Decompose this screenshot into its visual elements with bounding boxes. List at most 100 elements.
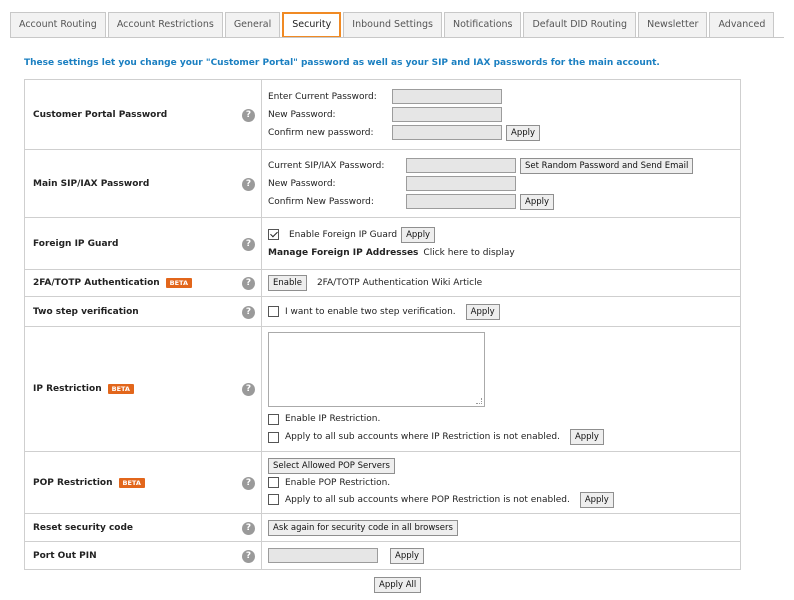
ip-restriction-label: IP Restriction bbox=[33, 384, 102, 394]
customer-portal-password-label: Customer Portal Password bbox=[33, 109, 168, 120]
foreign-ip-guard-checkbox[interactable] bbox=[268, 229, 279, 240]
sip-apply-button[interactable]: Apply bbox=[520, 193, 554, 210]
2fa-enable-button[interactable]: Enable bbox=[268, 275, 307, 291]
row-ip-restriction: IP Restriction BETA ? Enable IP Restrict… bbox=[25, 326, 740, 451]
two-step-checkbox-label: I want to enable two step verification. bbox=[285, 306, 456, 317]
sip-current-label: Current SIP/IAX Password: bbox=[268, 160, 385, 171]
pop-restriction-checkbox-label: Enable POP Restriction. bbox=[285, 477, 391, 488]
2fa-label: 2FA/TOTP Authentication bbox=[33, 278, 160, 288]
pop-restriction-sub-accounts-checkbox[interactable] bbox=[268, 494, 279, 505]
tab-inbound-settings[interactable]: Inbound Settings bbox=[343, 12, 443, 38]
new-password-input[interactable] bbox=[392, 107, 502, 122]
tab-account-routing[interactable]: Account Routing bbox=[10, 12, 106, 38]
row-foreign-ip-guard: Foreign IP Guard ? Enable Foreign IP Gua… bbox=[25, 217, 740, 269]
ask-security-code-button[interactable]: Ask again for security code in all brows… bbox=[268, 519, 458, 536]
two-step-apply-button[interactable]: Apply bbox=[465, 303, 500, 320]
tab-newsletter[interactable]: Newsletter bbox=[638, 12, 708, 38]
set-random-password-button[interactable]: Set Random Password and Send Email bbox=[520, 157, 694, 174]
row-label: Foreign IP Guard ? bbox=[25, 218, 261, 269]
apply-all-button[interactable]: Apply All bbox=[374, 577, 422, 593]
manage-foreign-ip-label: Manage Foreign IP Addresses bbox=[268, 247, 419, 258]
ip-restriction-sub-accounts-label: Apply to all sub accounts where IP Restr… bbox=[285, 432, 560, 443]
help-icon[interactable]: ? bbox=[242, 237, 255, 251]
port-out-pin-label: Port Out PIN bbox=[33, 550, 97, 561]
row-label: 2FA/TOTP Authentication BETA ? bbox=[25, 270, 261, 296]
tab-account-restrictions[interactable]: Account Restrictions bbox=[107, 12, 223, 38]
help-icon[interactable]: ? bbox=[242, 521, 255, 535]
pop-restriction-apply-button[interactable]: Apply bbox=[579, 491, 614, 508]
help-icon[interactable]: ? bbox=[242, 177, 255, 191]
sip-confirm-input[interactable] bbox=[406, 194, 516, 209]
row-two-step-verification: Two step verification ? I want to enable… bbox=[25, 296, 740, 326]
row-label: Port Out PIN ? bbox=[25, 542, 261, 569]
current-password-label: Enter Current Password: bbox=[268, 91, 377, 102]
row-controls: Enable IP Restriction. Apply to all sub … bbox=[261, 327, 740, 451]
2fa-wiki-link[interactable]: 2FA/TOTP Authentication Wiki Article bbox=[317, 278, 482, 288]
tab-divider bbox=[10, 37, 784, 38]
help-icon[interactable]: ? bbox=[242, 305, 255, 319]
foreign-ip-guard-apply-button[interactable]: Apply bbox=[401, 226, 436, 243]
row-sip-iax-password: Main SIP/IAX Password ? Current SIP/IAX … bbox=[25, 149, 740, 217]
sip-iax-password-label: Main SIP/IAX Password bbox=[33, 178, 150, 189]
pop-restriction-sub-accounts-label: Apply to all sub accounts where POP Rest… bbox=[285, 494, 570, 505]
ip-restriction-textarea[interactable] bbox=[268, 332, 485, 407]
beta-badge: BETA bbox=[118, 477, 145, 488]
security-panel: Customer Portal Password ? Enter Current… bbox=[24, 79, 741, 570]
row-controls: Enable 2FA/TOTP Authentication Wiki Arti… bbox=[261, 270, 740, 296]
foreign-ip-guard-label: Foreign IP Guard bbox=[33, 238, 119, 249]
row-2fa-totp: 2FA/TOTP Authentication BETA ? Enable 2F… bbox=[25, 269, 740, 296]
help-icon[interactable]: ? bbox=[242, 383, 255, 396]
row-pop-restriction: POP Restriction BETA ? Select Allowed PO… bbox=[25, 451, 740, 513]
ip-restriction-apply-button[interactable]: Apply bbox=[569, 429, 604, 446]
port-out-pin-apply-button[interactable]: Apply bbox=[390, 547, 424, 564]
foreign-ip-guard-checkbox-label: Enable Foreign IP Guard bbox=[289, 229, 398, 240]
row-label: Two step verification ? bbox=[25, 297, 261, 326]
port-out-pin-input[interactable] bbox=[268, 548, 378, 563]
select-pop-servers-button[interactable]: Select Allowed POP Servers bbox=[268, 457, 395, 474]
row-controls: I want to enable two step verification. … bbox=[261, 297, 740, 326]
tab-security[interactable]: Security bbox=[282, 12, 342, 38]
ip-restriction-checkbox-label: Enable IP Restriction. bbox=[285, 414, 381, 425]
row-label: Reset security code ? bbox=[25, 514, 261, 541]
tab-notifications[interactable]: Notifications bbox=[444, 12, 522, 38]
row-controls: Select Allowed POP Servers Enable POP Re… bbox=[261, 452, 740, 513]
ip-restriction-sub-accounts-checkbox[interactable] bbox=[268, 431, 279, 443]
two-step-label: Two step verification bbox=[33, 306, 139, 317]
settings-tabs: Account Routing Account Restrictions Gen… bbox=[10, 12, 775, 38]
row-label: Main SIP/IAX Password ? bbox=[25, 150, 261, 217]
pop-restriction-label: POP Restriction bbox=[33, 477, 113, 488]
new-password-label: New Password: bbox=[268, 109, 336, 120]
ip-restriction-checkbox[interactable] bbox=[268, 413, 279, 425]
sip-new-label: New Password: bbox=[268, 178, 336, 189]
tab-general[interactable]: General bbox=[224, 12, 281, 38]
resize-grip-icon[interactable] bbox=[476, 397, 482, 404]
two-step-checkbox[interactable] bbox=[268, 306, 279, 317]
confirm-password-input[interactable] bbox=[392, 125, 502, 140]
sip-new-input[interactable] bbox=[406, 176, 516, 191]
row-reset-security-code: Reset security code ? Ask again for secu… bbox=[25, 513, 740, 541]
help-icon[interactable]: ? bbox=[242, 476, 255, 490]
sip-confirm-label: Confirm New Password: bbox=[268, 196, 374, 207]
tab-default-did-routing[interactable]: Default DID Routing bbox=[523, 12, 637, 38]
help-icon[interactable]: ? bbox=[242, 277, 255, 290]
sip-current-input[interactable] bbox=[406, 158, 516, 173]
row-customer-portal-password: Customer Portal Password ? Enter Current… bbox=[25, 80, 740, 149]
portal-apply-button[interactable]: Apply bbox=[506, 124, 540, 141]
intro-text: These settings let you change your "Cust… bbox=[24, 58, 660, 68]
row-controls: Apply bbox=[261, 542, 740, 569]
help-icon[interactable]: ? bbox=[242, 549, 255, 563]
row-controls: Enable Foreign IP Guard Apply Manage For… bbox=[261, 218, 740, 269]
pop-restriction-checkbox[interactable] bbox=[268, 477, 279, 488]
row-label: IP Restriction BETA ? bbox=[25, 327, 261, 451]
reset-security-code-label: Reset security code bbox=[33, 522, 134, 533]
confirm-password-label: Confirm new password: bbox=[268, 127, 374, 138]
row-port-out-pin: Port Out PIN ? Apply bbox=[25, 541, 740, 569]
beta-badge: BETA bbox=[165, 278, 193, 288]
row-controls: Ask again for security code in all brows… bbox=[261, 514, 740, 541]
beta-badge: BETA bbox=[107, 384, 134, 394]
row-controls: Current SIP/IAX Password: Set Random Pas… bbox=[261, 150, 740, 217]
current-password-input[interactable] bbox=[392, 89, 502, 104]
tab-advanced[interactable]: Advanced bbox=[709, 12, 775, 38]
help-icon[interactable]: ? bbox=[242, 108, 255, 122]
manage-foreign-ip-link[interactable]: Click here to display bbox=[423, 248, 514, 258]
